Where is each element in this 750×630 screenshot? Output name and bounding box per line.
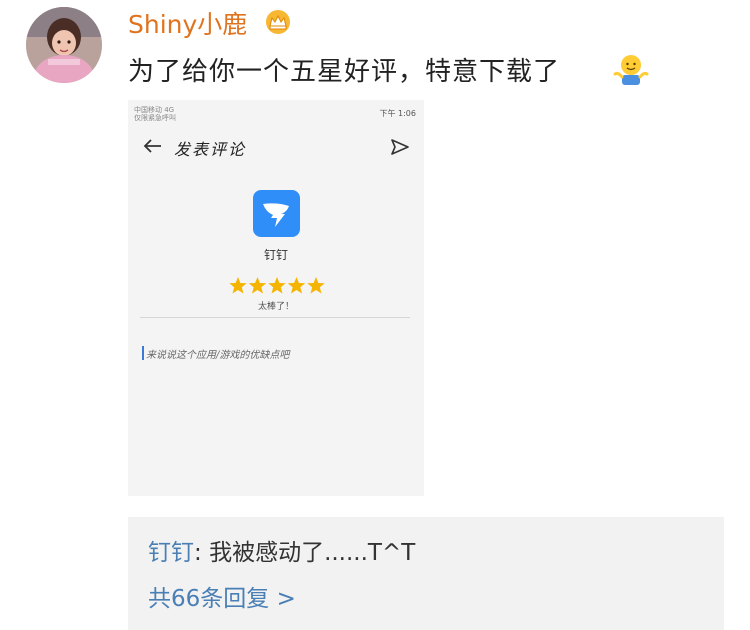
username[interactable]: Shiny小鹿 <box>128 8 247 42</box>
star-icon <box>229 277 247 294</box>
avatar-image <box>26 7 102 83</box>
reply-separator: : <box>194 540 210 566</box>
star-icon <box>287 277 306 294</box>
status-bar-carrier: 中国移动 4G 仅限紧急呼叫 <box>134 106 176 122</box>
rating-text: 太棒了！ <box>257 302 294 312</box>
star-icon <box>307 277 325 294</box>
shrug-emoji-icon <box>613 55 649 85</box>
text-caret <box>142 346 144 360</box>
send-icon <box>391 139 409 155</box>
view-all-replies-link[interactable]: 共66条回复 > <box>148 583 296 615</box>
reply-preview[interactable]: 钉钉: 我被感动了......T^T 共66条回复 > <box>128 517 724 630</box>
star-icon <box>248 277 267 294</box>
status-bar-time: 下午 1:06 <box>379 109 416 118</box>
crown-icon <box>266 10 290 34</box>
reply-text: 我被感动了......T^T <box>209 540 416 566</box>
app-name: 钉钉 <box>263 248 288 262</box>
top-reply: 钉钉: 我被感动了......T^T <box>148 537 415 569</box>
screenshot-title: 发表评论 <box>174 140 247 159</box>
divider <box>140 317 410 318</box>
reply-author[interactable]: 钉钉 <box>148 540 194 566</box>
star-rating <box>229 277 325 294</box>
avatar[interactable] <box>26 7 102 83</box>
back-arrow-icon <box>143 139 161 153</box>
comment-text: 为了给你一个五星好评，特意下载了 <box>128 57 561 87</box>
attached-screenshot[interactable]: 中国移动 4G 仅限紧急呼叫 下午 1:06 发表评论 钉钉 太棒了！ 来说说这… <box>128 100 424 496</box>
dingtalk-logo-icon <box>263 203 289 227</box>
review-input-placeholder: 来说说这个应用/游戏的优缺点吧 <box>146 350 290 361</box>
star-icon <box>268 277 286 294</box>
dingtalk-app-icon <box>253 190 300 237</box>
